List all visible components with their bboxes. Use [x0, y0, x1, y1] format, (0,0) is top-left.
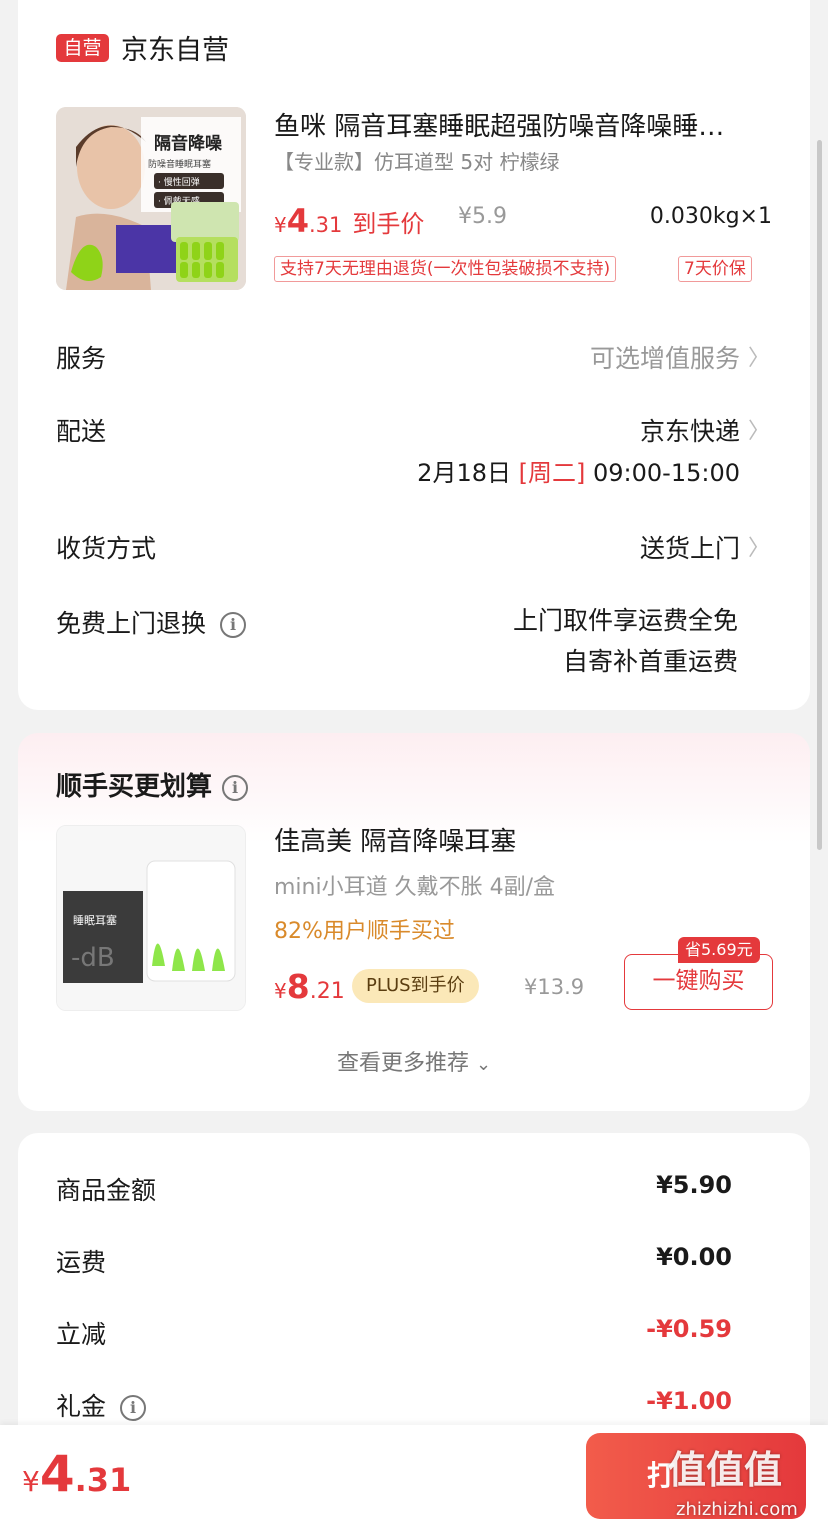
info-circle-icon[interactable]: i [120, 1395, 147, 1421]
section-title-text: 顺手买更划算 [56, 772, 213, 802]
chevron-right-icon[interactable]: 〉 [748, 340, 770, 372]
price-integer: 8 [286, 967, 310, 1006]
summary-label: 立减 [56, 1315, 106, 1351]
see-more-recommendations[interactable]: 查看更多推荐 ⌄ [18, 1045, 810, 1077]
weight-quantity: 0.030kg×1 [649, 204, 772, 229]
svg-text:防噪音睡眠耳塞: 防噪音睡眠耳塞 [148, 158, 211, 170]
save-amount-badge: 省5.69元 [678, 937, 760, 963]
summary-value: -¥0.59 [646, 1315, 732, 1343]
delivery-value[interactable]: 京东快递 [640, 412, 740, 448]
price-decimal: .21 [309, 979, 345, 1004]
order-item-card: 自营 京东自营 隔音降噪 防噪音睡眠耳塞 · 慢性回弹 · 佩戴无感 [18, 0, 810, 710]
recommendation-card: 顺手买更划算 i 睡眠耳塞 -dB 佳高美 隔音降噪耳塞 mini小耳道 久戴不胀… [18, 733, 810, 1111]
free-return-line1: 上门取件享运费全免 [512, 606, 738, 635]
watermark-logo: 值值值 [668, 1448, 783, 1492]
receive-method-label: 收货方式 [56, 534, 157, 563]
delivery-time-range: 09:00-15:00 [593, 459, 740, 487]
recommend-price: ¥8.21 [274, 967, 345, 1006]
total-price: ¥4.31 [22, 1445, 131, 1503]
summary-value: ¥0.00 [656, 1243, 732, 1271]
summary-label-text: 商品金额 [56, 1176, 157, 1205]
summary-value: -¥1.00 [646, 1387, 732, 1415]
recommend-original-price: ¥13.9 [524, 975, 585, 999]
price-tag: 到手价 [352, 210, 425, 238]
delivery-weekday: [周二] [518, 459, 586, 487]
chevron-right-icon[interactable]: 〉 [748, 530, 770, 562]
price-yen: ¥ [274, 213, 287, 237]
free-return-label: 免费上门退换 i [56, 604, 247, 640]
price-decimal: .31 [309, 213, 343, 237]
total-yen: ¥ [22, 1465, 40, 1498]
product-image[interactable]: 隔音降噪 防噪音睡眠耳塞 · 慢性回弹 · 佩戴无感 [56, 107, 246, 290]
svg-text:隔音降噪: 隔音降噪 [154, 133, 223, 154]
info-circle-icon[interactable]: i [220, 612, 247, 638]
price-yen: ¥ [274, 979, 287, 1003]
delivery-label: 配送 [56, 417, 107, 446]
svg-text:· 慢性回弹: · 慢性回弹 [158, 176, 200, 188]
checkout-bar: ¥4.31 打 值值值 zhizhizhi.com [0, 1425, 828, 1532]
summary-label-text: 礼金 [56, 1392, 107, 1421]
summary-value: ¥5.90 [656, 1171, 732, 1199]
free-return-text: 免费上门退换 [56, 609, 207, 638]
receive-method-value[interactable]: 送货上门 [640, 529, 740, 565]
recommend-product-image[interactable]: 睡眠耳塞 -dB [56, 825, 246, 1011]
chevron-right-icon[interactable]: 〉 [748, 413, 770, 445]
product-title[interactable]: 鱼咪 隔音耳塞睡眠超强防噪音降噪睡… [274, 106, 766, 143]
scrollbar[interactable] [817, 140, 822, 850]
service-value[interactable]: 可选增值服务 [590, 339, 740, 375]
summary-label: 礼金 i [56, 1387, 147, 1423]
price-integer: 4 [286, 202, 309, 240]
summary-label-text: 运费 [56, 1248, 107, 1277]
product-spec[interactable]: 【专业款】仿耳道型 5对 柠檬绿 [274, 146, 559, 175]
product-price: ¥4.31 到手价 [274, 202, 424, 240]
price-protection-tag: 7天价保 [678, 256, 752, 282]
summary-label-text: 立减 [56, 1320, 107, 1349]
delivery-date: 2月18日 [417, 459, 511, 487]
section-title: 顺手买更划算 i [56, 766, 249, 803]
total-integer: 4 [39, 1445, 75, 1503]
svg-text:睡眠耳塞: 睡眠耳塞 [73, 913, 117, 927]
watermark-url: zhizhizhi.com [676, 1499, 798, 1520]
shop-name[interactable]: 京东自营 [121, 28, 229, 67]
plus-price-badge: PLUS到手价 [352, 969, 479, 1003]
summary-label: 商品金额 [56, 1171, 156, 1207]
self-operated-badge: 自营 [56, 34, 109, 62]
delivery-time[interactable]: 2月18日 [周二] 09:00-15:00 [417, 453, 740, 488]
summary-label: 运费 [56, 1243, 106, 1279]
see-more-label: 查看更多推荐 [336, 1051, 469, 1076]
total-decimal: .31 [74, 1461, 132, 1499]
return-policy-tag: 支持7天无理由退货(一次性包装破损不支持) [274, 256, 617, 282]
info-circle-icon[interactable]: i [222, 774, 249, 801]
recommend-title[interactable]: 佳高美 隔音降噪耳塞 [274, 821, 516, 858]
original-price: ¥5.9 [458, 204, 507, 229]
recommend-buyers: 82%用户顺手买过 [274, 919, 455, 944]
svg-text:-dB: -dB [71, 943, 115, 973]
recommend-subtitle: mini小耳道 久戴不胀 4副/盒 [274, 875, 555, 900]
service-label: 服务 [56, 344, 107, 373]
free-return-line2: 自寄补首重运费 [562, 647, 738, 676]
chevron-down-icon: ⌄ [475, 1054, 492, 1075]
